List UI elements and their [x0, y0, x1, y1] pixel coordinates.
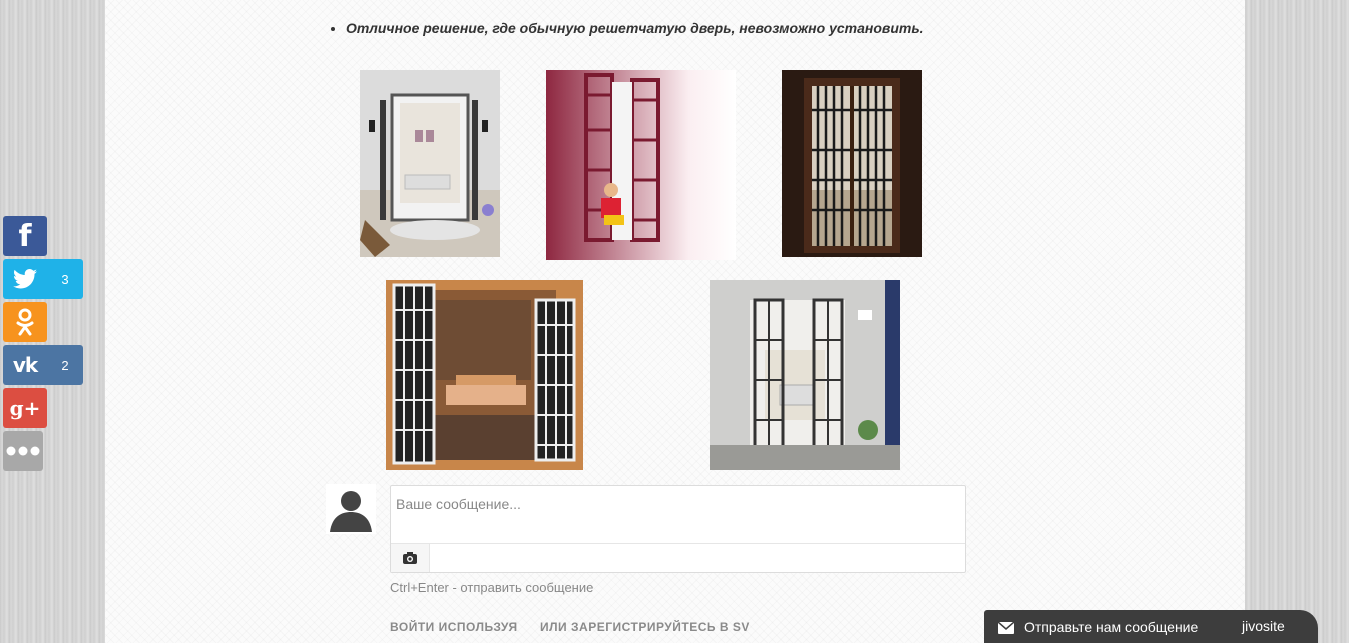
odnoklassniki-icon — [3, 302, 47, 342]
vk-icon: vk — [12, 353, 38, 377]
twitter-icon — [3, 259, 47, 299]
comment-toolbar — [391, 543, 965, 573]
submit-hint: Ctrl+Enter - отправить сообщение — [390, 580, 594, 595]
more-share-button[interactable] — [3, 431, 43, 471]
bullet-item: Отличное решение, где обычную решетчатую… — [346, 20, 924, 36]
gallery-image-3[interactable] — [782, 70, 922, 257]
comment-placeholder: Ваше сообщение... — [396, 496, 521, 512]
twitter-share-button[interactable]: 3 — [3, 259, 83, 299]
content-area: Отличное решение, где обычную решетчатую… — [105, 0, 1245, 643]
gallery-image-1[interactable] — [360, 70, 500, 257]
gallery-image-4[interactable] — [386, 280, 583, 470]
bullet-list: Отличное решение, где обычную решетчатую… — [330, 20, 924, 36]
more-icon — [3, 431, 43, 471]
comment-input[interactable]: Ваше сообщение... — [390, 485, 966, 573]
google-plus-icon: g+ — [9, 396, 41, 420]
login-with-link[interactable]: ВОЙТИ ИСПОЛЬЗУЯ — [390, 620, 518, 634]
gallery-image-2[interactable] — [546, 70, 736, 260]
chat-label: Отправьте нам сообщение — [1024, 619, 1199, 635]
vk-count: 2 — [61, 357, 69, 373]
chat-widget[interactable]: Отправьте нам сообщение jivosite — [984, 610, 1318, 643]
facebook-icon: f — [18, 218, 32, 254]
envelope-icon — [997, 621, 1015, 639]
user-avatar — [326, 484, 376, 534]
register-link[interactable]: ИЛИ ЗАРЕГИСТРИРУЙТЕСЬ В SV — [540, 620, 750, 634]
twitter-count: 3 — [61, 271, 69, 287]
facebook-share-button[interactable]: f — [3, 216, 47, 256]
jivosite-logo: jivosite — [1242, 618, 1285, 634]
odnoklassniki-share-button[interactable] — [3, 302, 47, 342]
vk-share-button[interactable]: vk 2 — [3, 345, 83, 385]
gallery-image-5[interactable] — [710, 280, 900, 470]
camera-icon[interactable] — [391, 544, 430, 572]
google-plus-share-button[interactable]: g+ — [3, 388, 47, 428]
